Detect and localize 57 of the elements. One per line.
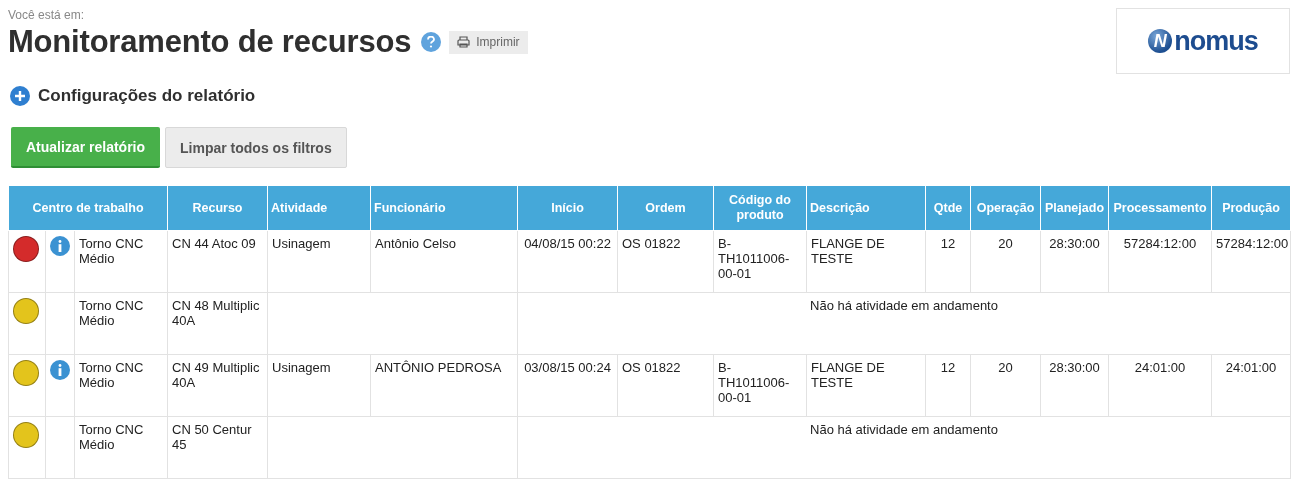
table-cell: 28:30:00 — [1040, 230, 1109, 293]
table-cell: 03/08/15 00:24 — [517, 354, 618, 417]
column-header: Atividade — [267, 185, 371, 231]
page-title: Monitoramento de recursos — [8, 24, 412, 60]
table-cell: 12 — [925, 230, 971, 293]
table-cell: 04/08/15 00:22 — [517, 230, 618, 293]
table-cell: Usinagem — [267, 230, 371, 293]
logo-text: nomus — [1174, 25, 1258, 57]
column-header: Código do produto — [713, 185, 807, 231]
table-cell: Torno CNC Médio — [74, 230, 168, 293]
table-cell: CN 50 Centur 45 — [167, 416, 268, 479]
table-cell: B-TH1011006-00-01 — [713, 354, 807, 417]
column-header: Recurso — [167, 185, 268, 231]
section-title[interactable]: Configurações do relatório — [38, 86, 256, 106]
table-cell: Antônio Celso — [370, 230, 518, 293]
column-header: Planejado — [1040, 185, 1109, 231]
column-header: Operação — [970, 185, 1041, 231]
table-cell: 57284:12:00 — [1108, 230, 1212, 293]
table-cell: 20 — [970, 230, 1041, 293]
status-message: Não há atividade em andamento — [517, 416, 1291, 479]
table-cell: OS 01822 — [617, 230, 714, 293]
table-cell: CN 49 Multiplic 40A — [167, 354, 268, 417]
table-cell: OS 01822 — [617, 354, 714, 417]
column-header: Centro de trabalho — [8, 185, 168, 231]
column-header: Funcionário — [370, 185, 518, 231]
table-cell: 24:01:00 — [1108, 354, 1212, 417]
column-header: Ordem — [617, 185, 714, 231]
info-icon[interactable] — [50, 236, 70, 256]
logo-mark: N — [1148, 29, 1173, 53]
table-cell: FLANGE DE TESTE — [806, 230, 926, 293]
table-cell: 24:01:00 — [1211, 354, 1291, 417]
info-icon[interactable] — [50, 360, 70, 380]
table-cell: FLANGE DE TESTE — [806, 354, 926, 417]
table-cell: Torno CNC Médio — [74, 416, 168, 479]
column-header: Produção — [1211, 185, 1291, 231]
clear-filters-button[interactable]: Limpar todos os filtros — [165, 127, 347, 168]
table-cell: 28:30:00 — [1040, 354, 1109, 417]
table-cell: 57284:12:00 — [1211, 230, 1291, 293]
column-header: Processamento — [1108, 185, 1212, 231]
table-cell: ANTÔNIO PEDROSA — [370, 354, 518, 417]
table-cell: Usinagem — [267, 354, 371, 417]
table-cell: Torno CNC Médio — [74, 354, 168, 417]
column-header: Qtde — [925, 185, 971, 231]
column-header: Descrição — [806, 185, 926, 231]
column-header: Início — [517, 185, 618, 231]
table-cell: B-TH1011006-00-01 — [713, 230, 807, 293]
breadcrumb-label: Você está em: — [8, 8, 86, 22]
help-icon[interactable] — [421, 32, 442, 52]
plus-icon[interactable] — [10, 86, 30, 106]
table-cell: CN 44 Atoc 09 — [167, 230, 268, 293]
table-cell: 12 — [925, 354, 971, 417]
print-button[interactable]: Imprimir — [449, 30, 528, 54]
printer-icon — [457, 36, 471, 48]
table-cell: CN 48 Multiplic 40A — [167, 292, 268, 355]
table-cell: Torno CNC Médio — [74, 292, 168, 355]
status-message: Não há atividade em andamento — [517, 292, 1291, 355]
table-cell: 20 — [970, 354, 1041, 417]
